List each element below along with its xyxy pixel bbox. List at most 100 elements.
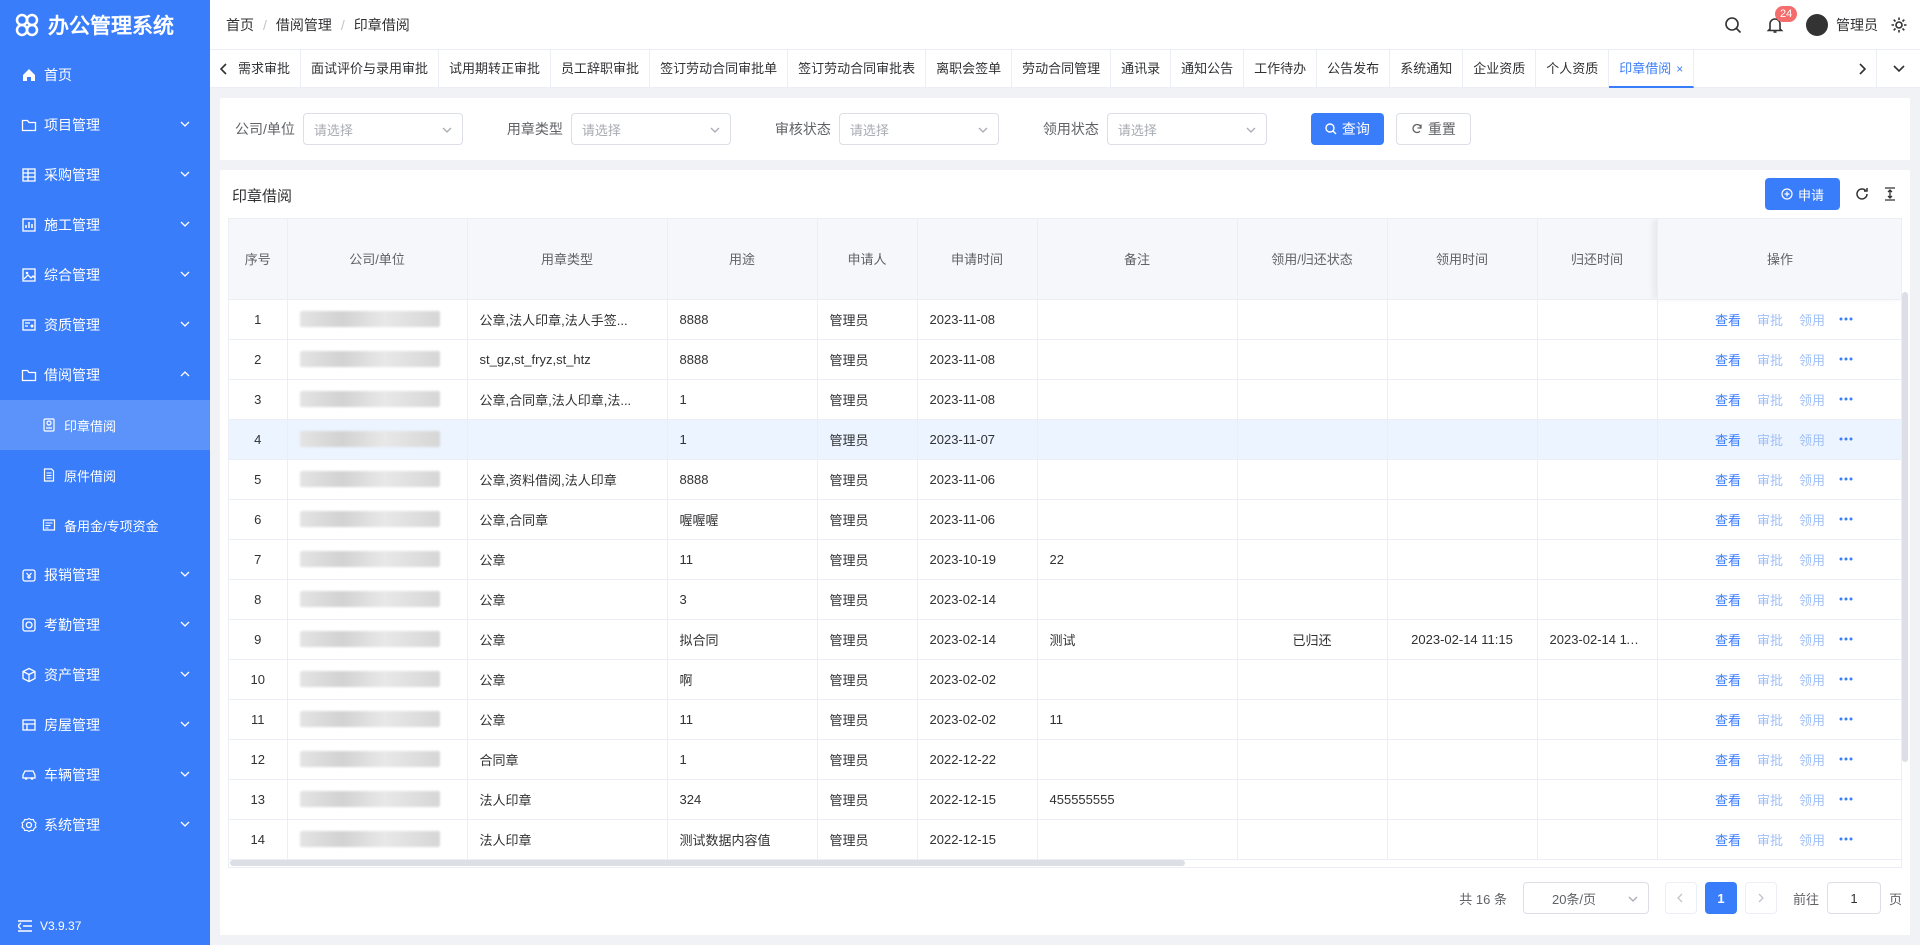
refresh-icon[interactable] (1854, 186, 1870, 202)
table-row[interactable]: 10 公章啊管理员 2023-02-02 查看 审批 领用 (229, 659, 1901, 700)
tab-3[interactable]: 员工辞职审批 (551, 49, 651, 88)
more-icon[interactable] (1839, 797, 1853, 801)
page-number-current[interactable]: 1 (1704, 882, 1737, 914)
tab-9[interactable]: 通知公告 (1171, 49, 1245, 88)
tab-14[interactable]: 个人资质 (1536, 49, 1610, 88)
more-icon[interactable] (1839, 597, 1853, 601)
view-link[interactable]: 查看 (1715, 510, 1741, 529)
view-link[interactable]: 查看 (1715, 590, 1741, 609)
view-link[interactable]: 查看 (1715, 790, 1741, 809)
sidebar-item-6[interactable]: 借阅管理 (0, 350, 210, 400)
prev-page-button[interactable] (1664, 882, 1697, 914)
sidebar-item-8[interactable]: 原件借阅 (0, 450, 210, 500)
sidebar-item-14[interactable]: 车辆管理 (0, 750, 210, 800)
receive-link[interactable]: 领用 (1799, 710, 1825, 729)
receive-link[interactable]: 领用 (1799, 310, 1825, 329)
table-row[interactable]: 12 合同章 1 管理员 2022-12-22 查看 审批 领用 (229, 739, 1901, 780)
approve-link[interactable]: 审批 (1757, 470, 1783, 489)
more-icon[interactable] (1839, 717, 1853, 721)
next-page-button[interactable] (1744, 882, 1777, 914)
page-size-select[interactable]: 20条/页 (1522, 882, 1649, 914)
receive-link[interactable]: 领用 (1799, 590, 1825, 609)
more-icon[interactable] (1839, 477, 1853, 481)
more-icon[interactable] (1839, 637, 1853, 641)
table-row[interactable]: 6 公章,合同章 喔喔喔 管理员 2023-11-06 查看 审批 领用 (229, 499, 1901, 540)
sidebar-item-10[interactable]: 报销管理 (0, 550, 210, 600)
reset-button[interactable]: 重置 (1395, 113, 1471, 145)
receive-link[interactable]: 领用 (1799, 510, 1825, 529)
table-row[interactable]: 1 公章,法人印章,法人手签... 8888 管理员 2023-11-08 查看 审批 领用 (229, 299, 1901, 340)
table-row[interactable]: 9 公章 拟合同 管理员 2023-02-14 测试 已归还 2023-02-14 11:15… (229, 619, 1901, 660)
goto-page-input[interactable]: 1 (1826, 882, 1881, 914)
sidebar-item-0[interactable]: 首页 (0, 50, 210, 100)
table-row[interactable]: 5 公章,资料借阅,法人印章 8888 管理员 2023-11-06 查看 审批 领用 (229, 459, 1901, 500)
receive-link[interactable]: 领用 (1799, 830, 1825, 849)
table-row[interactable]: 4 1 管理员 2023-11-07 查看 审批 领用 (229, 419, 1901, 460)
view-link[interactable]: 查看 (1715, 710, 1741, 729)
tab-15[interactable]: 印章借阅 × (1609, 49, 1695, 88)
tab-5[interactable]: 签订劳动合同审批表 (788, 49, 927, 88)
table-row[interactable]: 13 法人印章 324 管理员 2022-12-15 455555555 查看 审批 领用 (229, 779, 1901, 820)
receive-link[interactable]: 领用 (1799, 350, 1825, 369)
gear-icon[interactable] (1890, 16, 1908, 34)
approve-link[interactable]: 审批 (1757, 710, 1783, 729)
sidebar-item-12[interactable]: 资产管理 (0, 650, 210, 700)
tab-4[interactable]: 签订劳动合同审批单 (650, 49, 789, 88)
more-icon[interactable] (1839, 837, 1853, 841)
filter-select[interactable]: 请选择 (570, 113, 731, 145)
approve-link[interactable]: 审批 (1757, 510, 1783, 529)
receive-link[interactable]: 领用 (1799, 430, 1825, 449)
tabs-menu-button[interactable] (1876, 49, 1920, 88)
receive-link[interactable]: 领用 (1799, 790, 1825, 809)
tab-12[interactable]: 系统通知 (1390, 49, 1464, 88)
approve-link[interactable]: 审批 (1757, 670, 1783, 689)
receive-link[interactable]: 领用 (1799, 750, 1825, 769)
username[interactable]: 管理员 (1836, 15, 1878, 35)
receive-link[interactable]: 领用 (1799, 470, 1825, 489)
view-link[interactable]: 查看 (1715, 830, 1741, 849)
receive-link[interactable]: 领用 (1799, 670, 1825, 689)
approve-link[interactable]: 审批 (1757, 430, 1783, 449)
sidebar-item-13[interactable]: 房屋管理 (0, 700, 210, 750)
search-button[interactable]: 查询 (1310, 113, 1384, 145)
table-row[interactable]: 7 公章 11 管理员 2023-10-19 22 查看 审批 领用 (229, 539, 1901, 580)
tab-2[interactable]: 试用期转正审批 (439, 49, 552, 88)
approve-link[interactable]: 审批 (1757, 590, 1783, 609)
approve-link[interactable]: 审批 (1757, 630, 1783, 649)
vertical-scrollbar[interactable] (1902, 292, 1908, 762)
apply-button[interactable]: 申请 (1764, 178, 1840, 210)
sidebar-item-1[interactable]: 项目管理 (0, 100, 210, 150)
table-row[interactable]: 11 公章 11 管理员 2023-02-02 11 查看 审批 领用 (229, 699, 1901, 740)
more-icon[interactable] (1839, 437, 1853, 441)
sidebar-item-4[interactable]: 综合管理 (0, 250, 210, 300)
tabs-scroll-left[interactable] (210, 50, 238, 88)
tab-0[interactable]: 需求审批 (238, 49, 302, 88)
more-icon[interactable] (1839, 757, 1853, 761)
approve-link[interactable]: 审批 (1757, 310, 1783, 329)
tab-6[interactable]: 离职会签单 (926, 49, 1013, 88)
filter-select[interactable]: 请选择 (302, 113, 463, 145)
view-link[interactable]: 查看 (1715, 750, 1741, 769)
breadcrumb-home[interactable]: 首页 (226, 15, 254, 35)
approve-link[interactable]: 审批 (1757, 550, 1783, 569)
view-link[interactable]: 查看 (1715, 550, 1741, 569)
view-link[interactable]: 查看 (1715, 430, 1741, 449)
tab-13[interactable]: 企业资质 (1463, 49, 1537, 88)
more-icon[interactable] (1839, 557, 1853, 561)
version-label[interactable]: V3.9.37 (18, 919, 81, 933)
breadcrumb-section[interactable]: 借阅管理 (276, 15, 332, 35)
view-link[interactable]: 查看 (1715, 670, 1741, 689)
sidebar-item-7[interactable]: 印章借阅 (0, 400, 210, 450)
notification-button[interactable]: 24 (1766, 6, 1798, 34)
sidebar-item-15[interactable]: 系统管理 (0, 800, 210, 850)
tab-10[interactable]: 工作待办 (1244, 49, 1318, 88)
view-link[interactable]: 查看 (1715, 350, 1741, 369)
receive-link[interactable]: 领用 (1799, 390, 1825, 409)
sidebar-item-3[interactable]: 施工管理 (0, 200, 210, 250)
sidebar-item-11[interactable]: 考勤管理 (0, 600, 210, 650)
table-row[interactable]: 8 公章 3 管理员 2023-02-14 查看 审批 领用 (229, 579, 1901, 620)
filter-select[interactable]: 请选择 (1106, 113, 1267, 145)
close-icon[interactable]: × (1676, 62, 1683, 76)
approve-link[interactable]: 审批 (1757, 830, 1783, 849)
tabs-scroll-right[interactable] (1848, 50, 1876, 88)
